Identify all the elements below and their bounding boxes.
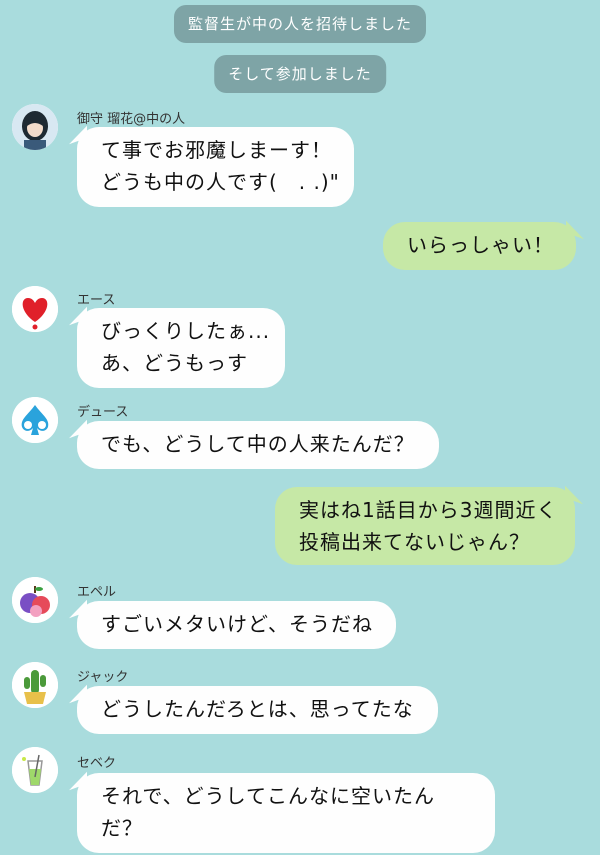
sender-name: ジャック bbox=[77, 670, 129, 685]
message-line: でも、どうして中の人来たんだ？ bbox=[101, 432, 415, 456]
message-line: いらっしゃい！ bbox=[407, 233, 554, 257]
message-line: それで、どうしてこんなに空いたん bbox=[101, 784, 435, 808]
message-line: どうも中の人です( . .)" bbox=[101, 170, 340, 194]
system-message-joined: そして参加しました bbox=[214, 55, 386, 93]
message-line: だ？ bbox=[101, 816, 143, 840]
own-message-bubble[interactable]: 実はね1話目から3週間近く 投稿出来てないじゃん？ bbox=[275, 487, 575, 565]
message-bubble[interactable]: どうしたんだろとは、思ってたな bbox=[77, 686, 438, 734]
girl-avatar-icon[interactable] bbox=[12, 104, 58, 150]
sender-name: エース bbox=[77, 293, 116, 308]
system-message-invite: 監督生が中の人を招待しました bbox=[173, 5, 427, 43]
sender-name: デュース bbox=[77, 405, 129, 420]
message-bubble[interactable]: て事でお邪魔しまーす！ どうも中の人です( . .)" bbox=[77, 127, 354, 207]
message-bubble[interactable]: びっくりしたぁ... あ、どうもっす bbox=[77, 308, 285, 388]
sender-name: エペル bbox=[77, 585, 117, 600]
message-line: 実はね1話目から3週間近く bbox=[299, 498, 558, 522]
message-line: あ、どうもっす bbox=[101, 351, 248, 375]
own-message-bubble[interactable]: いらっしゃい！ bbox=[383, 222, 576, 270]
message-line: びっくりしたぁ... bbox=[101, 319, 271, 343]
message-bubble[interactable]: それで、どうしてこんなに空いたん だ？ bbox=[77, 773, 495, 853]
message-line: すごいメタいけど、そうだね bbox=[101, 612, 373, 636]
sender-name: セベク bbox=[77, 756, 117, 771]
heart-avatar-icon[interactable] bbox=[12, 286, 58, 332]
sender-name: 御守 瑠花@中の人 bbox=[77, 112, 186, 127]
apple-avatar-icon[interactable] bbox=[12, 577, 58, 623]
drink-avatar-icon[interactable] bbox=[12, 747, 58, 793]
message-line: 投稿出来てないじゃん？ bbox=[299, 530, 530, 554]
message-bubble[interactable]: すごいメタいけど、そうだね bbox=[77, 601, 396, 649]
cactus-avatar-icon[interactable] bbox=[12, 662, 58, 708]
spade-avatar-icon[interactable] bbox=[12, 397, 58, 443]
message-line: て事でお邪魔しまーす！ bbox=[101, 138, 332, 162]
message-line: どうしたんだろとは、思ってたな bbox=[101, 697, 414, 721]
message-bubble[interactable]: でも、どうして中の人来たんだ？ bbox=[77, 421, 439, 469]
